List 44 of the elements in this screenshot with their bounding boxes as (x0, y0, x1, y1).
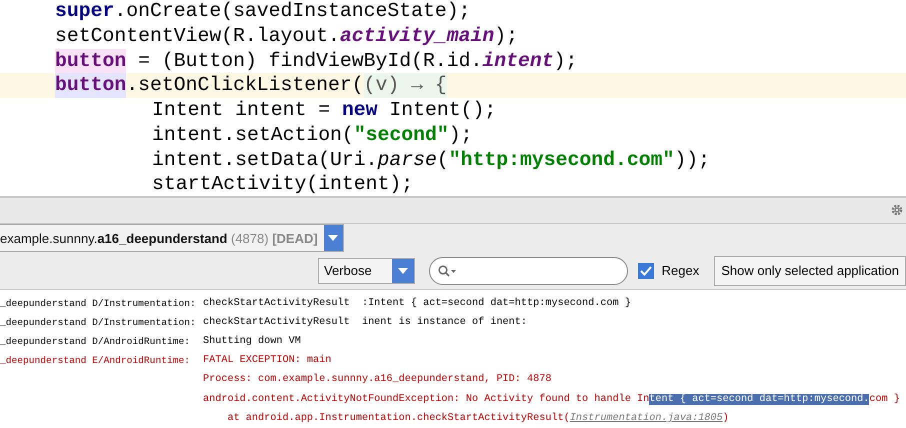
process-name: example.sunnny.a16_deepunderstand (4878) [DEAD] (0, 230, 319, 246)
filter-dropdown[interactable]: Show only selected application (714, 256, 906, 286)
regex-checkbox[interactable] (638, 262, 654, 279)
log-tag: _deepunderstand D/Instrumentation: (0, 312, 203, 332)
code-token: ); (448, 122, 473, 148)
code-token: ); (494, 24, 518, 49)
code-token: = (Button) findViewById(R.id. (137, 48, 482, 74)
code-token: (v) → { (364, 73, 447, 98)
log-message: FATAL EXCEPTION: main (203, 354, 332, 368)
code-token: parse (378, 148, 437, 173)
code-token: Intent intent = (152, 98, 332, 123)
log-tag: _deepunderstand D/AndroidRuntime: (0, 332, 203, 352)
code-token: super (55, 0, 114, 24)
code-token: setContentView(R.layout. (55, 24, 340, 49)
code-token: .setOnClickListener( (126, 73, 364, 98)
log-message: at android.app.Instrumentation.checkStartActivityResult(Instrumentation.java:1805) (226, 412, 729, 426)
log-level-dropdown[interactable]: Verbose (318, 258, 416, 284)
code-token: new (342, 98, 378, 123)
log-message: checkStartActivityResult :Intent { act=second dat=http:mysecond.com } (203, 296, 631, 311)
settings-icon[interactable] (891, 204, 903, 216)
log-tag: _deepunderstand D/Instrumentation: (0, 294, 203, 313)
code-token: "second" (354, 122, 449, 148)
log-tag: _deepunderstand E/AndroidRuntime: (0, 351, 203, 370)
code-token: button (55, 48, 126, 74)
code-token: button (55, 73, 126, 98)
code-token: ); (554, 48, 578, 74)
code-token: activity_main (340, 24, 494, 49)
search-field[interactable] (429, 256, 628, 285)
code-token: startActivity(intent); (152, 172, 414, 196)
code-token: Intent(); (388, 98, 496, 123)
log-message: checkStartActivityResult inent is instance of inent: (203, 316, 528, 330)
code-token: .onCreate(savedInstanceState); (114, 0, 470, 24)
log-message: Shutting down VM (203, 334, 301, 350)
code-token: ( (436, 148, 449, 173)
source-link[interactable]: Instrumentation.java:1805 (570, 412, 723, 424)
code-token: "http:mysecond.com" (448, 148, 674, 173)
search-icon (438, 264, 458, 277)
code-token: intent.setAction( (152, 122, 354, 148)
code-token: intent (482, 48, 554, 74)
code-token: intent.setData(Uri. (152, 148, 378, 173)
log-message: Process: com.example.sunnny.a16_deepunderstand, PID: 4878 (203, 372, 552, 388)
code-token: )); (674, 148, 710, 173)
process-dropdown[interactable]: example.sunnny.a16_deepunderstand (4878) [DEAD] (0, 224, 344, 252)
regex-label: Regex (662, 263, 700, 278)
